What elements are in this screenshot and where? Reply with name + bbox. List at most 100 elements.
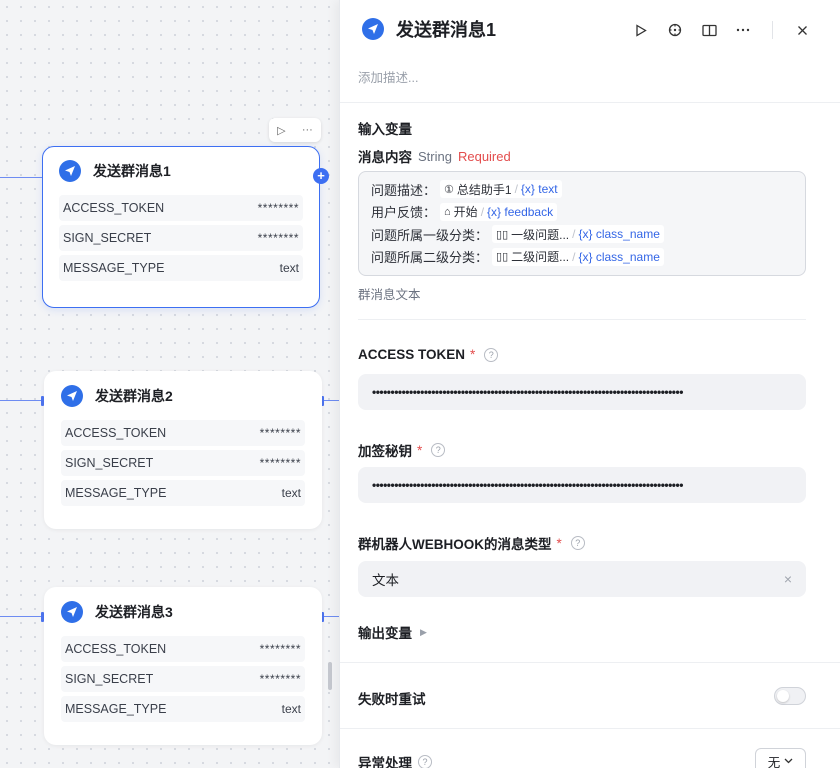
message-line: 问题所属一级分类： ▯▯ 一级问题... / {x} class_name	[371, 223, 793, 246]
node-title: 发送群消息1	[93, 163, 171, 179]
node-title: 发送群消息2	[95, 388, 173, 404]
sign-secret-input[interactable]: ••••••••••••••••••••••••••••••••••••••••…	[358, 467, 806, 503]
param-value: text	[279, 261, 299, 275]
variable-reference-chip[interactable]: ▯▯ 一级问题... / {x} class_name	[492, 225, 664, 244]
help-icon[interactable]: ?	[418, 755, 432, 768]
workflow-node-1[interactable]: 发送群消息1 ACCESS_TOKEN ******** SIGN_SECRET *…	[42, 146, 320, 308]
message-field-label: 消息内容 String Required	[358, 146, 511, 166]
node-param-row: MESSAGE_TYPE text	[59, 255, 303, 281]
home-icon: ⌂	[444, 205, 451, 218]
param-value: ********	[257, 231, 299, 245]
message-type-label: 群机器人WEBHOOK的消息类型 * ?	[358, 533, 585, 553]
variable-reference-chip[interactable]: ▯▯ 二级问题... / {x} class_name	[492, 247, 664, 266]
param-value: text	[281, 486, 301, 500]
param-value: text	[281, 702, 301, 716]
help-icon[interactable]: ?	[570, 536, 585, 550]
param-value: ********	[259, 456, 301, 470]
message-field-hint: 群消息文本	[358, 288, 421, 302]
section-divider	[340, 728, 840, 729]
param-key: SIGN_SECRET	[65, 456, 154, 470]
message-content-editor[interactable]: 问题描述： ① 总结助手1 / {x} text 用户反馈： ⌂ 开始 / {x…	[358, 171, 806, 276]
param-value: ********	[257, 201, 299, 215]
input-section-title: 输入变量	[358, 122, 412, 137]
retry-toggle[interactable]	[774, 687, 806, 705]
node-source-icon: ①	[444, 183, 454, 196]
param-key: SIGN_SECRET	[63, 231, 152, 245]
required-badge: Required	[457, 148, 511, 164]
node-param-row: SIGN_SECRET ********	[59, 225, 303, 251]
node-param-row: ACCESS_TOKEN ********	[59, 195, 303, 221]
param-value: ********	[259, 642, 301, 656]
exception-select[interactable]: 无	[755, 748, 806, 768]
node-param-row: SIGN_SECRET ********	[61, 666, 305, 692]
output-section-toggle[interactable]: 输出变量 ▶	[358, 622, 427, 642]
retry-label: 失败时重试	[358, 692, 426, 707]
play-icon[interactable]	[628, 17, 654, 43]
node-param-row: ACCESS_TOKEN ********	[61, 420, 305, 446]
close-icon[interactable]	[789, 17, 815, 43]
panel-toolbar	[628, 17, 823, 43]
message-line: 问题描述： ① 总结助手1 / {x} text	[371, 178, 793, 201]
panel-header: 发送群消息1 添加描述...	[340, 0, 840, 103]
selected-value: 文本	[372, 573, 399, 588]
access-token-input[interactable]: ••••••••••••••••••••••••••••••••••••••••…	[358, 374, 806, 410]
chevron-down-icon	[784, 758, 793, 764]
variable-reference-chip[interactable]: ⌂ 开始 / {x} feedback	[440, 202, 558, 221]
description-input[interactable]: 添加描述...	[358, 67, 418, 86]
section-divider	[358, 319, 806, 320]
node-quick-toolbar: ▷ ···	[269, 118, 321, 142]
edge-out-node2	[322, 400, 339, 401]
node-param-row: SIGN_SECRET ********	[61, 450, 305, 476]
send-message-icon	[61, 385, 83, 407]
debug-icon[interactable]	[662, 17, 688, 43]
send-message-icon	[362, 18, 384, 40]
required-star: *	[556, 535, 562, 551]
required-star: *	[470, 347, 476, 362]
param-key: MESSAGE_TYPE	[65, 486, 167, 500]
panel-title[interactable]: 发送群消息1	[396, 18, 496, 42]
send-message-icon	[61, 601, 83, 623]
variable-reference-chip[interactable]: ① 总结助手1 / {x} text	[440, 180, 562, 199]
edge-out-node3	[322, 616, 339, 617]
message-line: 用户反馈： ⌂ 开始 / {x} feedback	[371, 201, 793, 224]
param-key: ACCESS_TOKEN	[65, 642, 167, 656]
required-star: *	[417, 442, 423, 458]
message-line: 问题所属二级分类： ▯▯ 二级问题... / {x} class_name	[371, 246, 793, 269]
node-run-icon[interactable]: ▷	[277, 124, 285, 137]
classifier-icon: ▯▯	[496, 228, 509, 241]
book-icon[interactable]	[696, 17, 722, 43]
canvas-scroll-handle[interactable]	[328, 662, 332, 690]
caret-right-icon: ▶	[420, 626, 427, 637]
type-badge: String	[418, 148, 452, 164]
param-value: ********	[259, 672, 301, 686]
more-icon[interactable]	[730, 17, 756, 43]
param-key: ACCESS_TOKEN	[65, 426, 167, 440]
section-divider	[340, 662, 840, 663]
param-key: MESSAGE_TYPE	[63, 261, 165, 275]
node-param-row: MESSAGE_TYPE text	[61, 696, 305, 722]
edge-in-node1	[0, 177, 42, 178]
edge-in-node2	[0, 400, 44, 401]
workflow-node-3[interactable]: 发送群消息3 ACCESS_TOKEN ******** SIGN_SECRET *…	[44, 587, 322, 745]
node-more-icon[interactable]: ···	[302, 124, 313, 136]
help-icon[interactable]: ?	[431, 443, 446, 457]
toolbar-divider	[772, 21, 773, 39]
access-token-label: ACCESS TOKEN * ?	[358, 347, 499, 362]
add-next-node-button[interactable]: +	[313, 168, 329, 184]
workflow-node-2[interactable]: 发送群消息2 ACCESS_TOKEN ******** SIGN_SECRET *…	[44, 371, 322, 529]
node-param-row: MESSAGE_TYPE text	[61, 480, 305, 506]
param-key: MESSAGE_TYPE	[65, 702, 167, 716]
param-key: SIGN_SECRET	[65, 672, 154, 686]
node-title: 发送群消息3	[95, 604, 173, 620]
clear-icon[interactable]: ×	[784, 571, 792, 587]
classifier-icon: ▯▯	[496, 251, 509, 264]
message-type-select[interactable]: 文本 ×	[358, 561, 806, 597]
edge-in-node3	[0, 616, 44, 617]
sign-secret-label: 加签秘钥 * ?	[358, 440, 446, 460]
send-message-icon	[59, 160, 81, 182]
node-config-panel: 发送群消息1 添加描述... 输入变量 消息内容 String Required	[339, 0, 840, 768]
param-value: ********	[259, 426, 301, 440]
node-param-row: ACCESS_TOKEN ********	[61, 636, 305, 662]
field-name: 消息内容	[358, 150, 412, 165]
help-icon[interactable]: ?	[484, 347, 499, 362]
